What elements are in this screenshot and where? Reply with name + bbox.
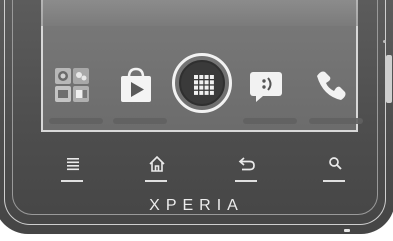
back-icon [238, 157, 255, 171]
side-sensor [383, 40, 386, 43]
home-screen [41, 0, 363, 132]
screen-glare [41, 0, 358, 26]
apps-button [179, 60, 225, 106]
dock-item-shadow [243, 118, 297, 124]
dock-item-messaging[interactable] [239, 62, 297, 124]
back-button-underline [235, 180, 257, 182]
menu-button-underline [61, 180, 83, 182]
apps-button-highlight[interactable] [172, 53, 232, 113]
dock-item-folder[interactable] [45, 62, 103, 124]
menu-button[interactable] [51, 152, 95, 186]
menu-icon [67, 158, 79, 171]
dock-item-play-store[interactable] [109, 62, 167, 124]
dock-item-shadow [49, 118, 103, 124]
apps-grid-icon [194, 75, 214, 95]
bottom-notch [344, 229, 350, 232]
search-icon [329, 157, 342, 170]
back-button[interactable] [225, 152, 269, 186]
search-button[interactable] [313, 152, 357, 186]
phone-icon [317, 71, 346, 100]
dock-item-phone[interactable] [305, 62, 363, 124]
brand-logo: XPERIA [149, 197, 244, 214]
messaging-icon [250, 72, 282, 102]
dock-item-shadow [309, 118, 363, 124]
home-button[interactable] [135, 152, 179, 186]
widget-folder-icon [55, 68, 89, 102]
dock-item-shadow [113, 118, 167, 124]
search-button-underline [323, 180, 345, 182]
side-volume-key[interactable] [386, 55, 392, 103]
home-icon [149, 155, 165, 172]
home-button-underline [145, 180, 167, 182]
navigation-bar [0, 152, 393, 192]
play-store-icon [121, 67, 151, 102]
